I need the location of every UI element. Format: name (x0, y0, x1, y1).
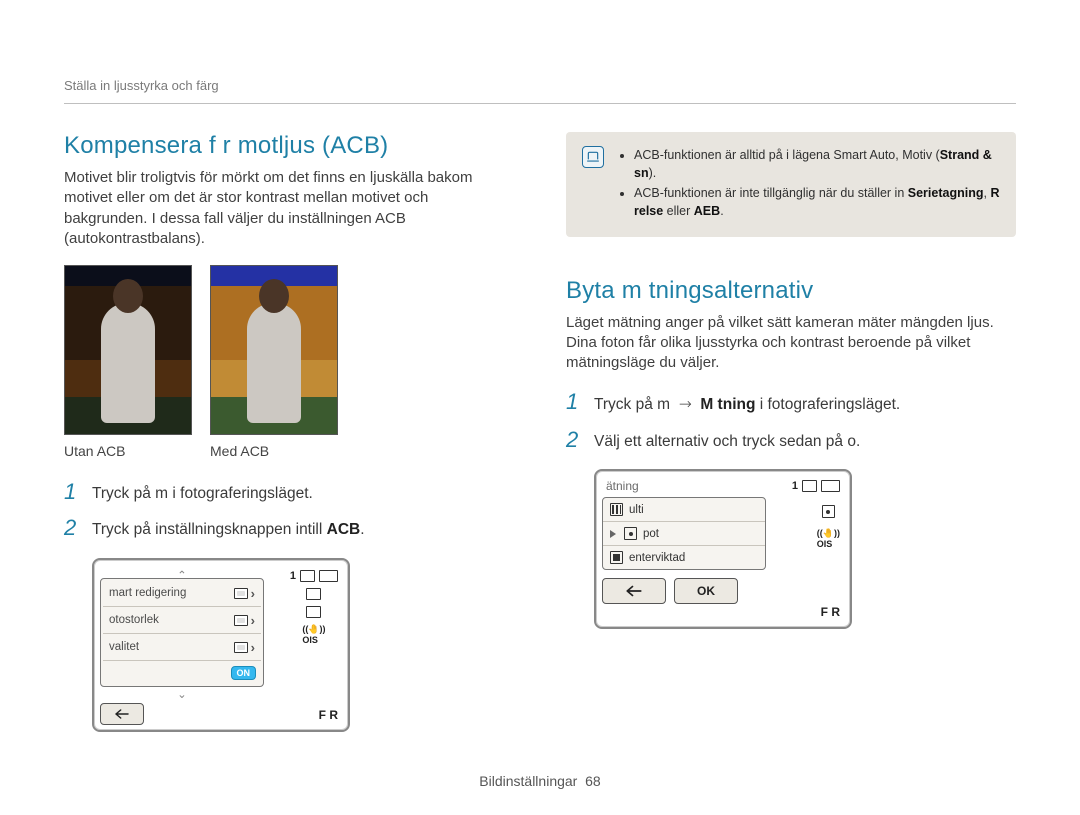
memory-icon (802, 480, 817, 492)
step-number: 1 (566, 389, 584, 416)
photo-with-acb (210, 265, 338, 435)
status-icon (306, 588, 321, 600)
chevron-right-icon: › (251, 613, 255, 628)
quality-icon (234, 642, 248, 653)
ois-icon: ((🤚))OIS (817, 528, 840, 549)
camera-screen-acb: ⌃ mart redigering › otostorlek › valitet… (92, 558, 390, 732)
chevron-right-icon: › (251, 586, 255, 601)
note-item: ACB-funktionen är alltid på i lägena Sma… (634, 146, 1000, 182)
menu-glyph: m (657, 396, 670, 413)
step-text: . (856, 433, 860, 450)
caption-on: Med ACB (210, 443, 338, 459)
option-label: enterviktad (629, 552, 685, 564)
chevron-down-icon: ⌄ (172, 687, 192, 697)
ok-button[interactable]: OK (674, 578, 738, 604)
caption-row: Utan ACB Med ACB (64, 443, 514, 459)
battery-icon (821, 480, 840, 492)
status-icon (306, 606, 321, 618)
status-number: 1 (290, 570, 296, 582)
on-badge: ON (232, 667, 256, 679)
screen-title: ätning (606, 479, 639, 493)
ois-icon: ((🤚))OIS (302, 624, 325, 645)
multi-icon (610, 503, 623, 516)
intro-metering: Läget mätning anger på vilket sätt kamer… (566, 313, 1016, 374)
back-arrow-icon (625, 585, 643, 597)
photo-size-icon (234, 615, 248, 626)
right-step-1: 1 Tryck på m → M tning i fotograferingsl… (566, 389, 1016, 416)
step-number: 1 (64, 479, 82, 505)
step-text: Tryck på inställningsknappen intill (92, 521, 327, 538)
step-text: Tryck på (594, 396, 657, 413)
camera-screen-metering: ätning 1 ulti pot (594, 469, 892, 629)
memory-icon (300, 570, 315, 582)
flash-label: F R (319, 708, 338, 722)
step-text: Välj ett alternativ och tryck sedan på (594, 433, 847, 450)
menu-item-label: otostorlek (109, 614, 159, 626)
option-label: pot (643, 528, 659, 540)
caption-off: Utan ACB (64, 443, 192, 459)
arrow-right-icon: → (679, 393, 692, 415)
back-button[interactable] (602, 578, 666, 604)
right-column: ACB-funktionen är alltid på i lägena Sma… (566, 132, 1016, 732)
step-text: . (360, 521, 364, 538)
back-button[interactable] (100, 703, 144, 725)
menu-item-label: valitet (109, 641, 139, 653)
step-text: i fotograferingsläget. (755, 396, 900, 413)
spot-icon (624, 527, 637, 540)
step-text: Tryck på (92, 485, 155, 502)
left-column: Kompensera f r motljus (ACB) Motivet bli… (64, 132, 514, 732)
step-bold: ACB (327, 521, 361, 538)
left-step-1: 1 Tryck på m i fotograferingsläget. (64, 479, 514, 505)
breadcrumb: Ställa in ljusstyrka och färg (64, 78, 1016, 93)
step-bold: M tning (700, 396, 755, 413)
intro-acb: Motivet blir troligtvis för mörkt om det… (64, 168, 514, 249)
note-box: ACB-funktionen är alltid på i lägena Sma… (566, 132, 1016, 237)
spot-indicator-icon (822, 505, 835, 518)
step-text: i fotograferingsläget. (168, 485, 313, 502)
flash-label: F R (821, 605, 840, 619)
footer-section: Bildinställningar (479, 773, 577, 789)
photo-row (64, 265, 514, 435)
note-item: ACB-funktionen är inte tillgänglig när d… (634, 184, 1000, 220)
photo-without-acb (64, 265, 192, 435)
step-number: 2 (566, 427, 584, 453)
right-step-2: 2 Välj ett alternativ och tryck sedan på… (566, 427, 1016, 453)
page-footer: Bildinställningar 68 (0, 773, 1080, 789)
heading-acb: Kompensera f r motljus (ACB) (64, 132, 514, 160)
heading-metering: Byta m tningsalternativ (566, 277, 1016, 305)
center-weighted-icon (610, 551, 623, 564)
step-number: 2 (64, 515, 82, 541)
info-icon (582, 146, 604, 168)
ok-glyph: o (847, 433, 856, 450)
divider (64, 103, 1016, 104)
menu-glyph: m (155, 485, 168, 502)
left-step-2: 2 Tryck på inställningsknappen intill AC… (64, 515, 514, 541)
status-number: 1 (792, 480, 798, 492)
chevron-right-icon: › (251, 640, 255, 655)
smart-edit-icon (234, 588, 248, 599)
option-label: ulti (629, 504, 644, 516)
battery-icon (319, 570, 338, 582)
back-arrow-icon (114, 708, 130, 720)
chevron-up-icon: ⌃ (172, 568, 192, 578)
footer-page-number: 68 (585, 773, 601, 789)
menu-item-label: mart redigering (109, 587, 186, 599)
